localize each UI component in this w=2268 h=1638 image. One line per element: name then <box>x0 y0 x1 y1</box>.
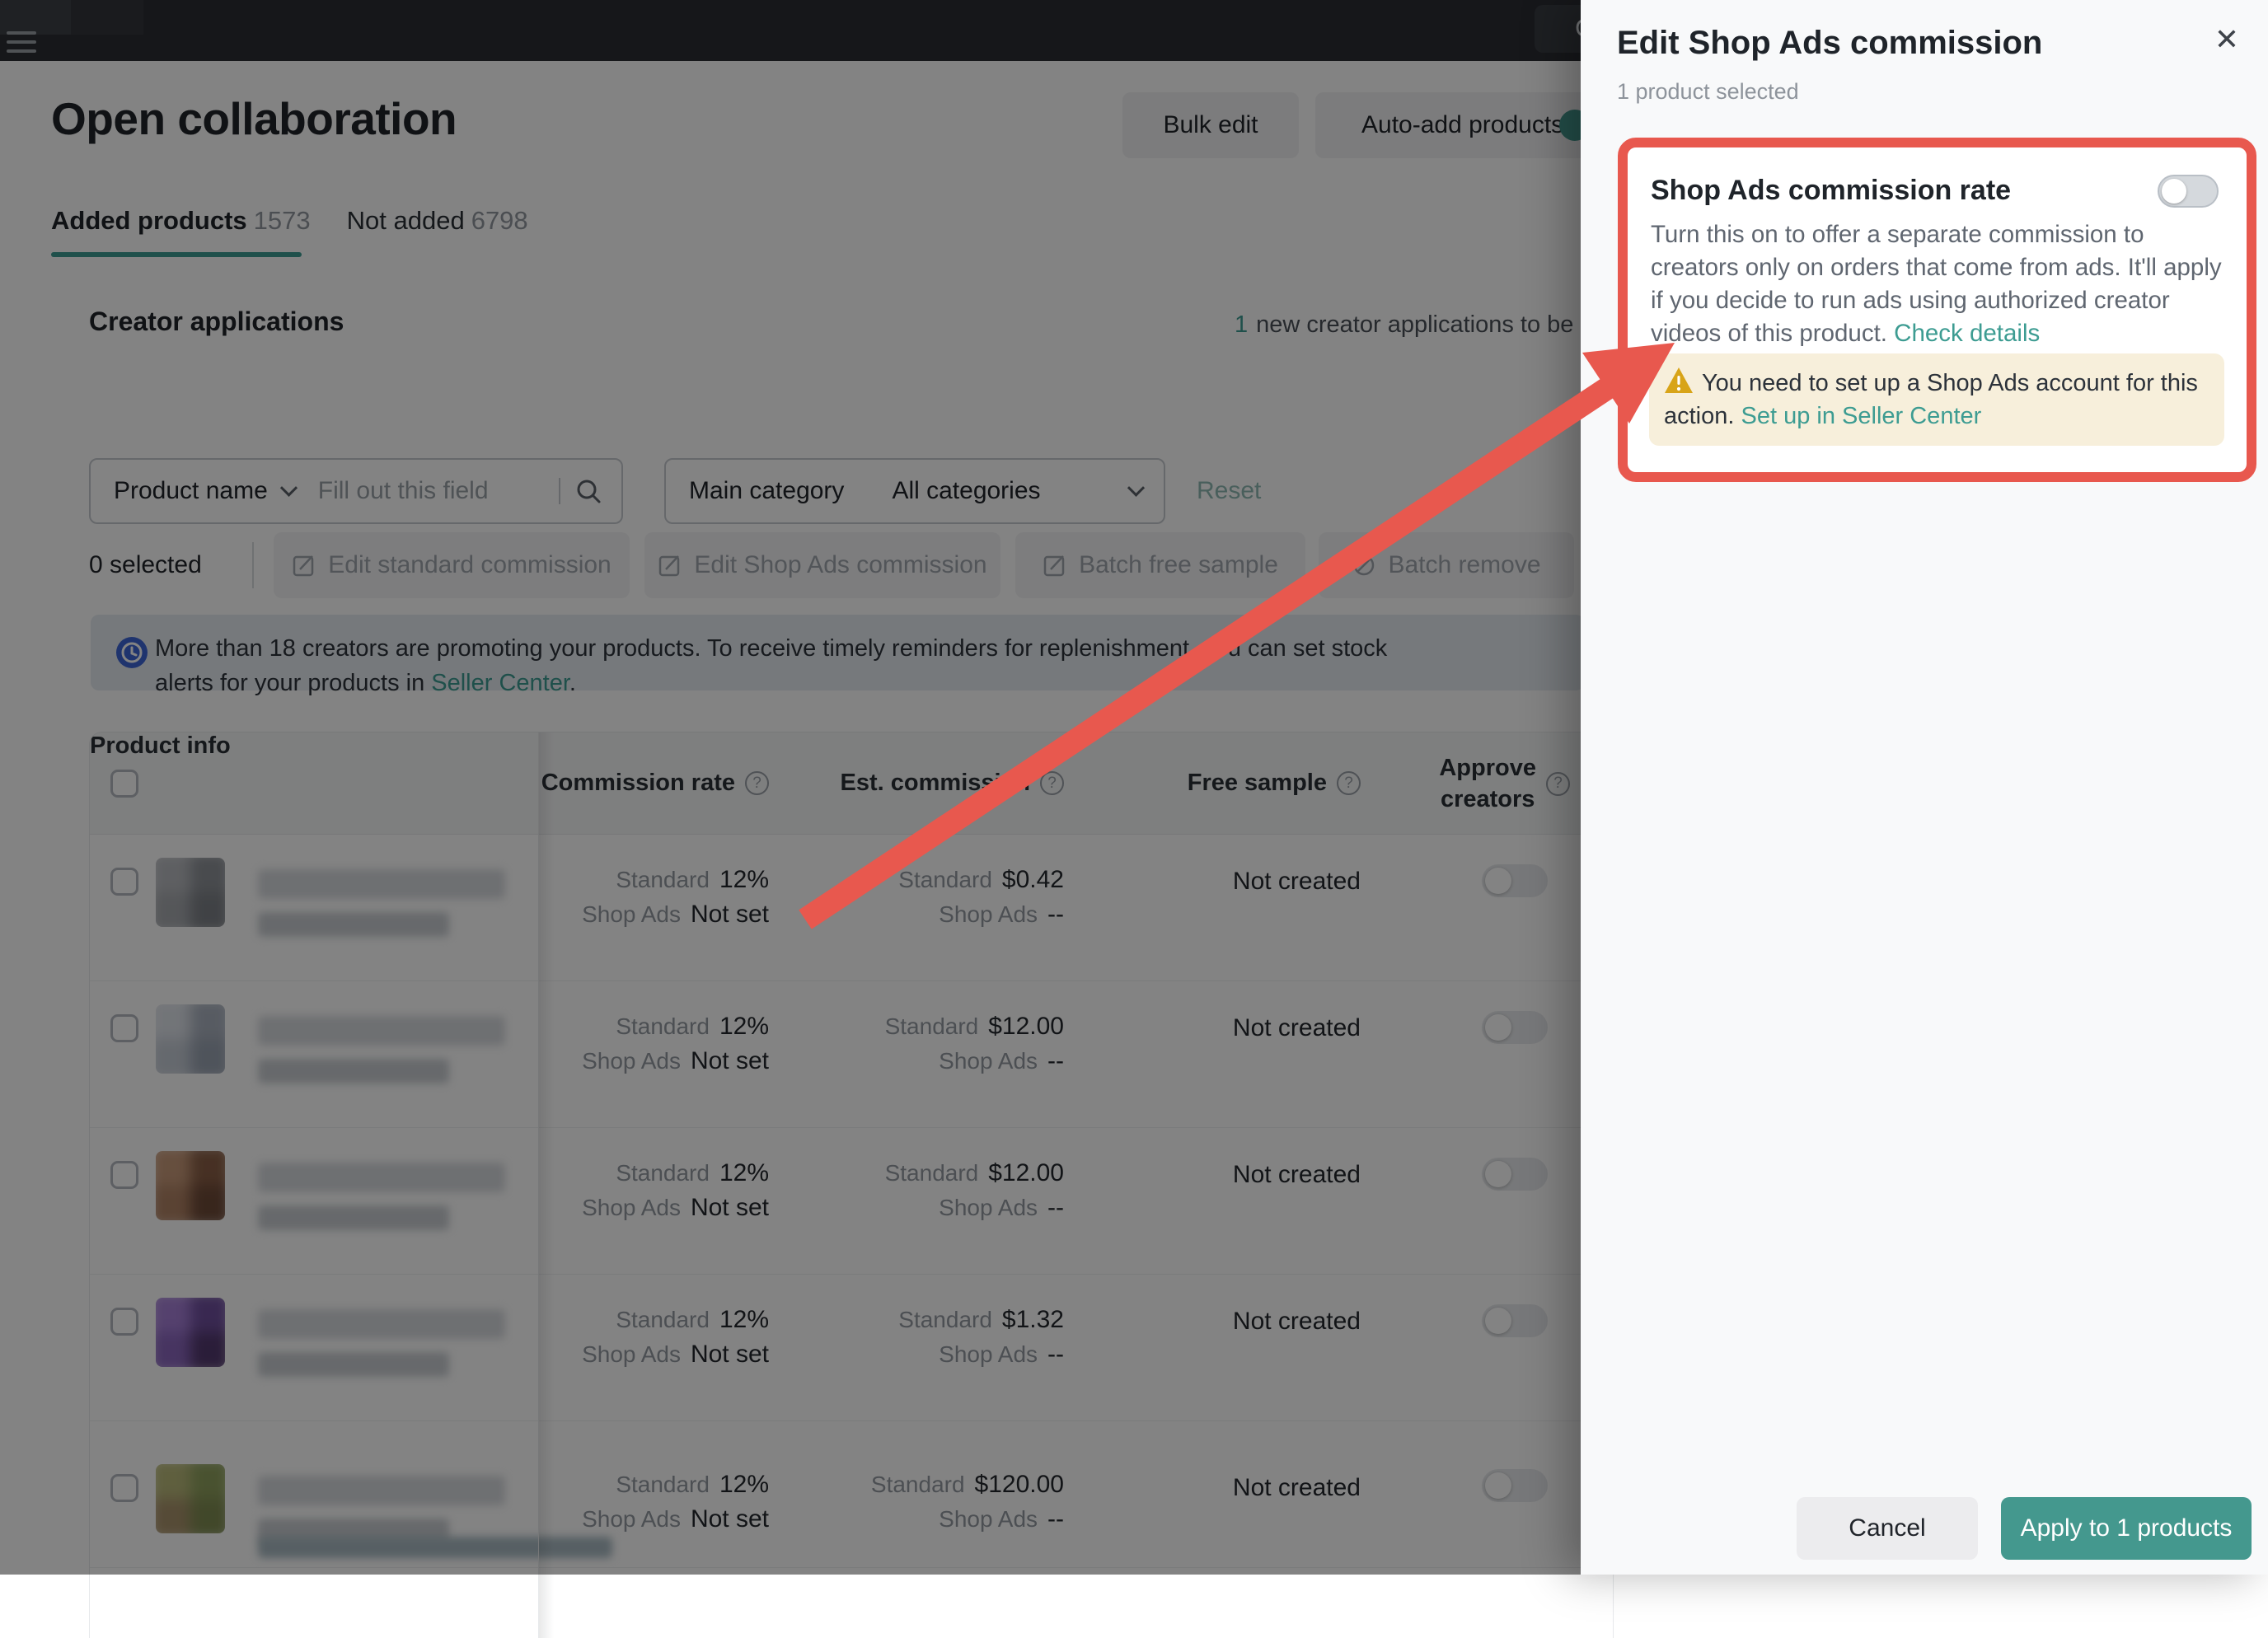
shop-ads-commission-toggle[interactable] <box>2158 175 2219 208</box>
shop-ads-warning: You need to set up a Shop Ads account fo… <box>1649 353 2224 446</box>
edit-shop-ads-drawer: Edit Shop Ads commission 1 product selec… <box>1581 0 2268 1575</box>
close-icon[interactable]: ✕ <box>2207 20 2247 59</box>
check-details-link[interactable]: Check details <box>1894 320 2040 347</box>
set-up-seller-center-link[interactable]: Set up in Seller Center <box>1741 403 1982 429</box>
warning-icon <box>1664 367 1694 395</box>
apply-button[interactable]: Apply to 1 products <box>2001 1497 2252 1560</box>
shop-ads-commission-rate-title: Shop Ads commission rate <box>1651 175 2011 207</box>
highlighted-commission-card: Shop Ads commission rate Turn this on to… <box>1618 138 2256 482</box>
cancel-button[interactable]: Cancel <box>1797 1497 1978 1560</box>
drawer-title: Edit Shop Ads commission <box>1617 25 2042 62</box>
drawer-subtitle: 1 product selected <box>1617 79 1799 105</box>
shop-ads-description: Turn this on to offer a separate commiss… <box>1651 218 2229 350</box>
